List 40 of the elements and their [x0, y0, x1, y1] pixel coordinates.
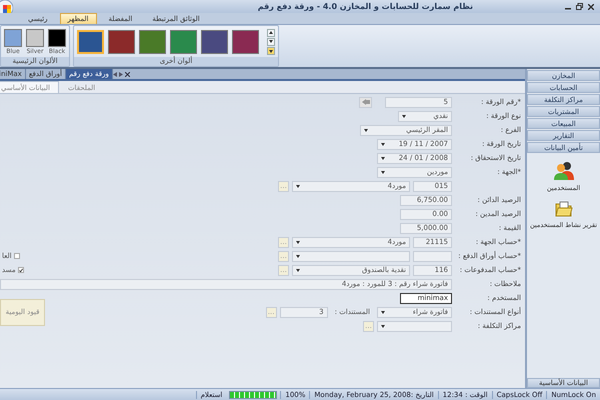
color-swatch[interactable]	[201, 30, 228, 54]
dropdown-arrow-icon	[402, 114, 406, 118]
color-swatch[interactable]	[77, 30, 104, 54]
down-icon	[269, 40, 273, 43]
dropdown-arrow-icon	[381, 170, 385, 174]
close-icon[interactable]	[124, 72, 130, 76]
color-swatch[interactable]	[108, 30, 135, 54]
dropdown-field[interactable]	[377, 320, 452, 332]
checkbox[interactable]	[14, 253, 20, 259]
color-swatch[interactable]	[139, 30, 166, 54]
up-icon	[269, 31, 273, 34]
expand-icon	[269, 48, 273, 52]
scroll-down-button[interactable]	[267, 38, 275, 46]
dropdown-arrow-icon	[381, 310, 385, 314]
dropdown-arrow-icon	[381, 156, 385, 160]
dropdown-arrow-icon	[296, 254, 300, 258]
arrow-icon	[362, 99, 370, 105]
restore-icon[interactable]	[576, 3, 583, 10]
dropdown-arrow-icon	[296, 240, 300, 244]
color-swatch[interactable]	[170, 30, 197, 54]
checkmark-icon	[18, 268, 23, 272]
color-swatch[interactable]	[4, 28, 22, 46]
dropdown-arrow-icon	[296, 268, 300, 272]
dropdown-arrow-icon	[364, 128, 368, 132]
color-swatch[interactable]	[26, 28, 44, 46]
next-icon[interactable]	[118, 72, 123, 76]
expand-button[interactable]	[267, 46, 275, 54]
checkbox[interactable]	[18, 267, 24, 273]
dropdown-arrow-icon	[381, 142, 385, 146]
users-icon[interactable]	[552, 161, 574, 181]
window-title: نظام سمارت للحسابات و المخازن 4.0 - ورقة دفع رقم	[258, 2, 473, 11]
scroll-up-button[interactable]	[267, 28, 275, 36]
dropdown-arrow-icon	[296, 184, 300, 188]
dropdown-field[interactable]	[292, 250, 410, 262]
color-swatch[interactable]	[48, 28, 66, 46]
close-icon[interactable]	[588, 4, 594, 10]
dropdown-arrow-icon	[381, 324, 385, 328]
folder-icon[interactable]	[554, 200, 572, 218]
color-swatch[interactable]	[232, 30, 259, 54]
text-field[interactable]	[413, 250, 452, 262]
